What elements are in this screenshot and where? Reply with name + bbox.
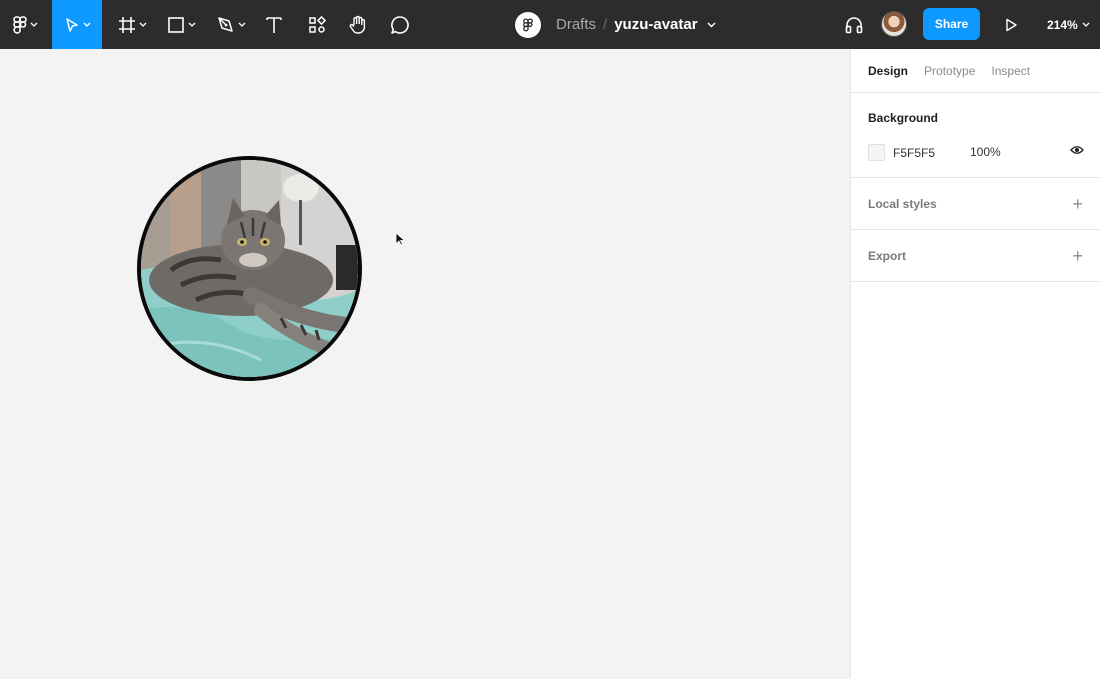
pen-tool-button[interactable] xyxy=(210,0,252,49)
cursor-arrow-icon xyxy=(65,17,78,32)
chevron-down-icon[interactable] xyxy=(707,22,716,28)
shape-tool-button[interactable] xyxy=(160,0,202,49)
chevron-down-icon xyxy=(83,22,90,27)
breadcrumb-drafts-link[interactable]: Drafts xyxy=(556,16,596,33)
local-styles-section: Local styles + xyxy=(851,178,1100,230)
eye-visibility-icon[interactable] xyxy=(1070,145,1084,155)
present-button[interactable] xyxy=(1000,0,1022,49)
background-hex-value[interactable]: F5F5F5 xyxy=(893,146,935,160)
play-triangle-icon xyxy=(1006,18,1017,31)
resources-tool-button[interactable] xyxy=(304,0,330,49)
add-export-button[interactable]: + xyxy=(1072,247,1083,265)
hash-frame-icon xyxy=(118,16,135,33)
share-button[interactable]: Share xyxy=(923,8,980,40)
zoom-dropdown[interactable]: 214% xyxy=(1047,0,1090,49)
design-canvas[interactable] xyxy=(0,49,850,679)
pen-nib-icon xyxy=(217,16,233,32)
local-styles-title: Local styles xyxy=(868,196,937,211)
speech-bubble-icon xyxy=(391,15,409,34)
move-tool-button[interactable] xyxy=(52,0,102,49)
background-color-row[interactable]: F5F5F5 xyxy=(868,144,935,161)
background-section: Background F5F5F5 100% xyxy=(851,93,1100,178)
export-section: Export + xyxy=(851,230,1100,282)
chevron-down-icon xyxy=(1082,22,1090,27)
figma-logo-icon xyxy=(12,15,27,34)
frame-tool-button[interactable] xyxy=(112,0,152,49)
breadcrumb-separator: / xyxy=(603,16,608,33)
properties-panel: Design Prototype Inspect Background F5F5… xyxy=(850,49,1100,679)
chevron-down-icon xyxy=(188,22,195,27)
text-t-icon xyxy=(266,16,282,33)
panel-tabs: Design Prototype Inspect xyxy=(851,49,1100,93)
background-opacity-value[interactable]: 100% xyxy=(970,145,1001,159)
main-menu-button[interactable] xyxy=(0,0,50,49)
mouse-pointer-icon xyxy=(395,232,406,246)
zoom-level: 214% xyxy=(1047,17,1078,32)
user-avatar[interactable] xyxy=(881,11,907,37)
chevron-down-icon xyxy=(238,22,245,27)
breadcrumb: Drafts / yuzu-avatar xyxy=(515,0,716,49)
export-title: Export xyxy=(868,248,907,263)
background-color-swatch[interactable] xyxy=(868,144,885,161)
top-toolbar: Drafts / yuzu-avatar Share 214% xyxy=(0,0,1100,49)
comment-tool-button[interactable] xyxy=(388,0,412,49)
tab-inspect[interactable]: Inspect xyxy=(991,64,1030,78)
cat-avatar-image[interactable] xyxy=(137,156,362,381)
text-tool-button[interactable] xyxy=(262,0,286,49)
hand-tool-button[interactable] xyxy=(346,0,370,49)
rectangle-icon xyxy=(167,16,184,33)
hand-icon xyxy=(349,15,366,34)
background-title: Background xyxy=(868,111,939,125)
tab-design[interactable]: Design xyxy=(868,64,908,78)
cat-photo-illustration xyxy=(141,160,358,377)
chevron-down-icon xyxy=(139,22,146,27)
tab-prototype[interactable]: Prototype xyxy=(924,64,975,78)
audio-button[interactable] xyxy=(842,0,866,49)
components-icon xyxy=(309,15,326,33)
team-logo-icon xyxy=(515,11,541,38)
headphones-icon xyxy=(845,16,863,33)
add-local-style-button[interactable]: + xyxy=(1072,195,1083,213)
file-name[interactable]: yuzu-avatar xyxy=(614,16,697,33)
chevron-down-icon xyxy=(30,22,37,27)
